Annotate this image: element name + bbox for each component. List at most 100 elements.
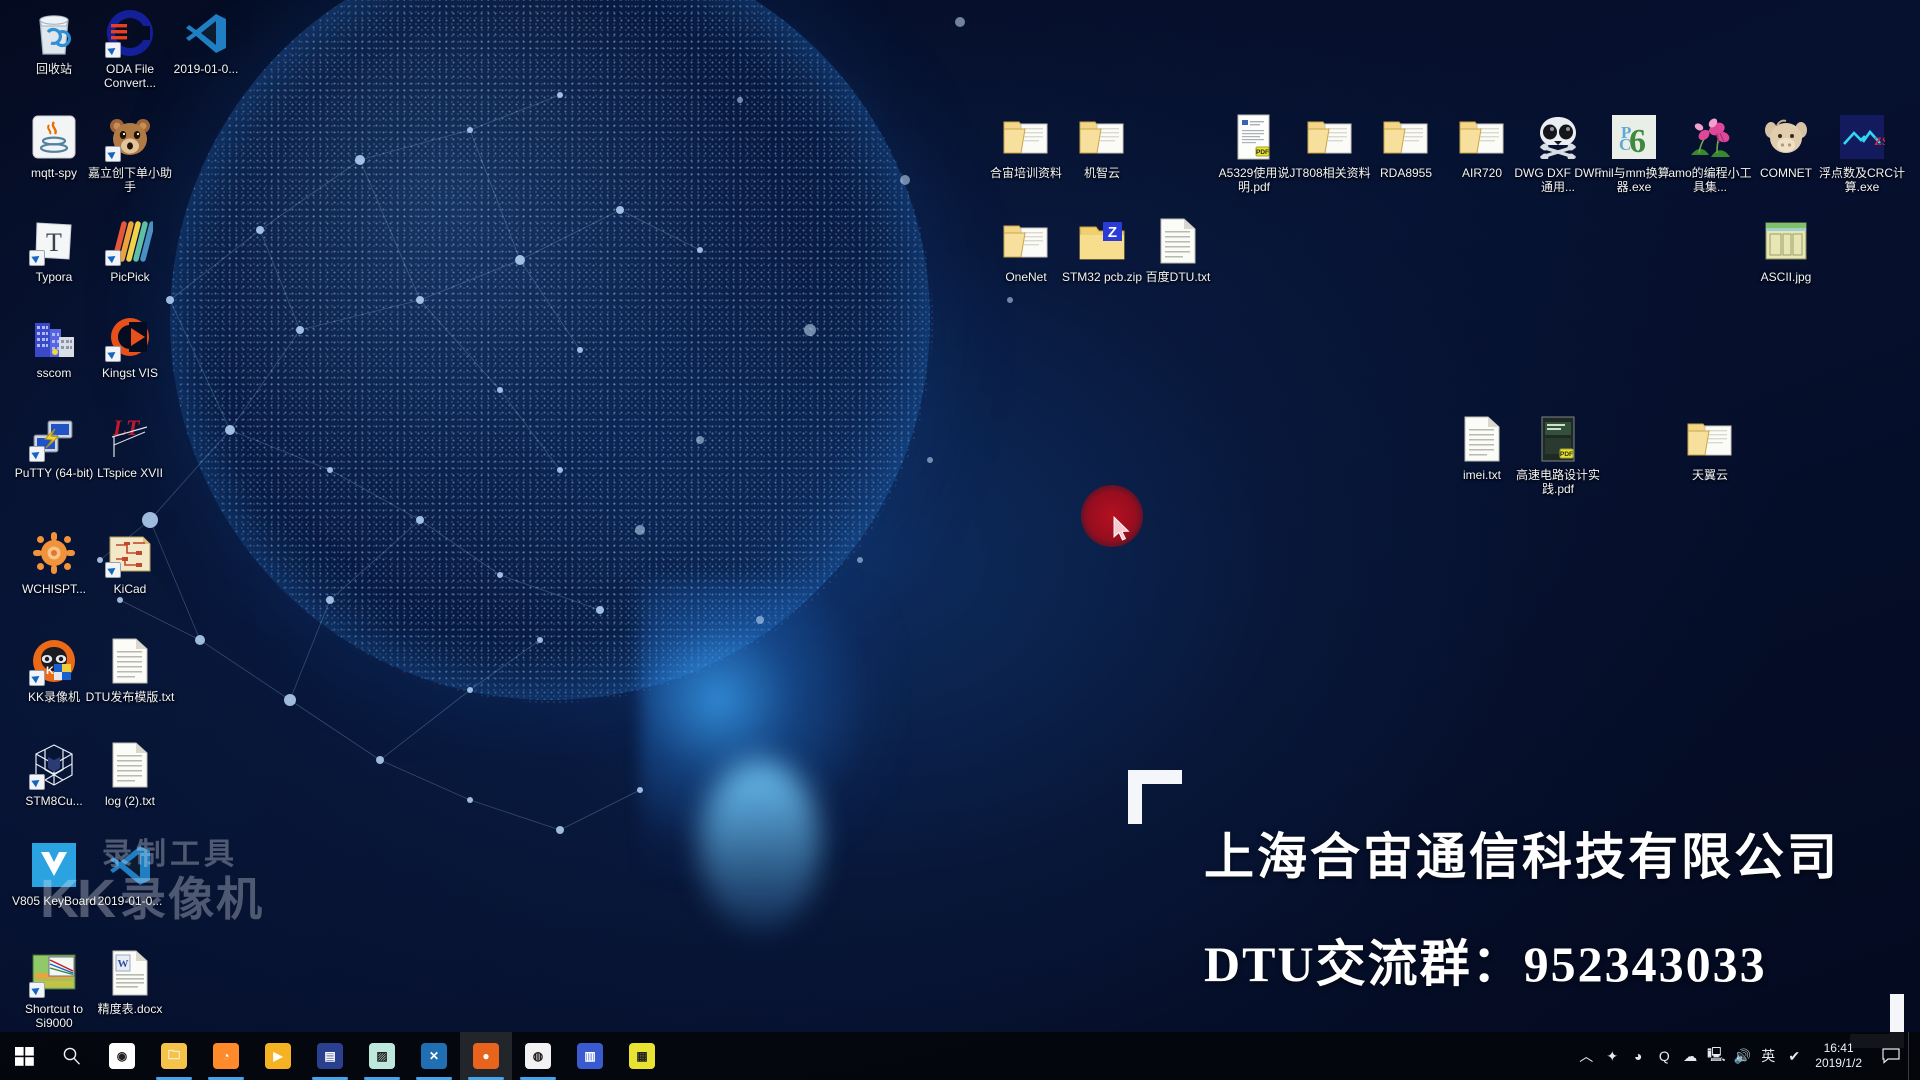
checkmark-icon[interactable]: ✔ xyxy=(1781,1032,1807,1080)
chrome-icon: ◉ xyxy=(109,1043,135,1069)
taskbar-app-sscom-two[interactable]: ▥ xyxy=(564,1032,616,1080)
desktop-icon-label: STM8Cu... xyxy=(25,794,83,808)
svg-text:ZS: ZS xyxy=(1874,134,1885,148)
desktop-icon[interactable]: 2019-01-0... xyxy=(84,840,176,908)
desktop-icon[interactable]: ZS 浮点数及CRC计算.exe xyxy=(1816,112,1908,194)
desktop-icon-label: 百度DTU.txt xyxy=(1145,270,1211,284)
desktop-icon[interactable]: Kingst VIS xyxy=(84,312,176,380)
volume-icon[interactable]: 🔊 xyxy=(1729,1032,1755,1080)
taskbar-app-browser-alt[interactable]: ◍ xyxy=(512,1032,564,1080)
taskbar-app-notes-app[interactable]: ▨ xyxy=(356,1032,408,1080)
shortcut-overlay-icon xyxy=(105,250,121,266)
taskbar-app-sscom-taskbar[interactable]: ▤ xyxy=(304,1032,356,1080)
ltspice-icon: LT xyxy=(105,412,155,462)
cow-icon xyxy=(1761,112,1811,162)
taskbar-app-kk-recorder-taskbar[interactable]: ● xyxy=(460,1032,512,1080)
desktop-icon-label: 精度表.docx xyxy=(97,1002,163,1016)
java-icon xyxy=(29,112,79,162)
desktop-icon-label: mqtt-spy xyxy=(30,166,77,180)
desktop-icon-label: sscom xyxy=(36,366,72,380)
text-document-icon xyxy=(105,636,155,686)
svg-text:K: K xyxy=(46,665,54,677)
si9000-icon xyxy=(29,948,79,998)
desktop-icon[interactable]: DTU发布模版.txt xyxy=(84,636,176,704)
sscom-two-icon: ▥ xyxy=(577,1043,603,1069)
desktop-icon-label: Kingst VIS xyxy=(101,366,159,380)
desktop-icon-label: 浮点数及CRC计算.exe xyxy=(1819,166,1905,194)
desktop-icon[interactable]: LT LTspice XVII xyxy=(84,412,176,480)
desktop-icon-label: Typora xyxy=(35,270,73,284)
desktop-icon-label: WCHISPT... xyxy=(21,582,86,596)
taskbar-app-pdf-reader[interactable]: ▦ xyxy=(616,1032,668,1080)
svg-text:6: 6 xyxy=(1629,123,1646,160)
svg-text:Z: Z xyxy=(1108,224,1117,241)
desktop-icon-label: 天翼云 xyxy=(1691,468,1728,482)
svg-text:T: T xyxy=(46,228,62,257)
desktop-icon[interactable]: 天翼云 xyxy=(1664,414,1756,482)
taskbar[interactable]: ◉ 🗀 ◔ ▶ ▤ ▨ ✕ ● ◍ ▥ ▦ ︿ ✦ ◕ Q ☁ 🖳 🔊 英 ✔ 16:41 2019/1/2 xyxy=(0,1032,1920,1080)
show-desktop-button[interactable] xyxy=(1908,1032,1918,1080)
desktop-icon-label: 机智云 xyxy=(1083,166,1120,180)
desktop-icon[interactable]: W 精度表.docx xyxy=(84,948,176,1016)
pdf-document-icon: PDF xyxy=(1229,112,1279,162)
taskbar-app-file-explorer[interactable]: 🗀 xyxy=(148,1032,200,1080)
taskbar-app-list: ◉ 🗀 ◔ ▶ ▤ ▨ ✕ ● ◍ ▥ ▦ xyxy=(96,1032,668,1080)
notes-app-icon: ▨ xyxy=(369,1043,395,1069)
taskbar-app-potplayer[interactable]: ▶ xyxy=(252,1032,304,1080)
folder-open-icon xyxy=(1001,216,1051,266)
shortcut-overlay-icon xyxy=(105,42,121,58)
desktop-icon-label: DTU发布模版.txt xyxy=(85,690,175,704)
bear-icon xyxy=(105,112,155,162)
desktop-surface[interactable]: 回收站 ODA File Convert... 2019-01-0... mqt… xyxy=(0,0,1920,1080)
show-hidden-icons[interactable]: ︿ xyxy=(1573,1032,1599,1080)
network-icon[interactable]: 🖳 xyxy=(1703,1032,1729,1080)
desktop-icon[interactable]: KiCad xyxy=(84,528,176,596)
desktop-icon[interactable]: PicPick xyxy=(84,216,176,284)
desktop-icon-label: KK录像机 xyxy=(27,690,80,704)
desktop-icon-label: imei.txt xyxy=(1462,468,1501,482)
desktop-icon-label: 2019-01-0... xyxy=(97,894,163,908)
system-tray[interactable]: ︿ ✦ ◕ Q ☁ 🖳 🔊 英 ✔ 16:41 2019/1/2 xyxy=(1573,1032,1920,1080)
desktop-icon[interactable]: log (2).txt xyxy=(84,740,176,808)
onedrive-icon[interactable]: ☁ xyxy=(1677,1032,1703,1080)
potplayer-icon: ▶ xyxy=(265,1043,291,1069)
qq-icon[interactable]: Q xyxy=(1651,1032,1677,1080)
taskbar-clock[interactable]: 16:41 2019/1/2 xyxy=(1807,1032,1874,1080)
alert-icon[interactable]: ◕ xyxy=(1625,1032,1651,1080)
snipaste-icon[interactable]: ✦ xyxy=(1599,1032,1625,1080)
company-name: 上海合宙通信科技有限公司 xyxy=(1204,828,1840,885)
taskbar-app-vscode-taskbar[interactable]: ✕ xyxy=(408,1032,460,1080)
shortcut-overlay-icon xyxy=(29,250,45,266)
desktop-icon[interactable]: 机智云 xyxy=(1056,112,1148,180)
pdf-reader-icon: ▦ xyxy=(629,1043,655,1069)
skull-icon xyxy=(1533,112,1583,162)
typora-icon: T xyxy=(29,216,79,266)
desktop-icon-label: JT808相关资料 xyxy=(1289,166,1371,180)
desktop-icon-label: OneNet xyxy=(1005,270,1047,284)
desktop-icon[interactable]: ASCII.jpg xyxy=(1740,216,1832,284)
desktop-icon[interactable]: 百度DTU.txt xyxy=(1132,216,1224,284)
kicad-icon xyxy=(105,528,155,578)
start-button[interactable] xyxy=(0,1032,48,1080)
ime-icon[interactable]: 英 xyxy=(1755,1032,1781,1080)
desktop-icon-label: 2019-01-0... xyxy=(173,62,239,76)
browser-alt-icon: ◍ xyxy=(525,1043,551,1069)
sscom-icon xyxy=(29,312,79,362)
folder-open-icon xyxy=(1457,112,1507,162)
desktop-icon-label: AIR720 xyxy=(1461,166,1503,180)
desktop-icon[interactable]: PDF 高速电路设计实践.pdf xyxy=(1512,414,1604,496)
taskbar-app-firefox[interactable]: ◔ xyxy=(200,1032,252,1080)
desktop-icon-label: ASCII.jpg xyxy=(1760,270,1812,284)
taskbar-app-chrome[interactable]: ◉ xyxy=(96,1032,148,1080)
desktop-icon[interactable]: 嘉立创下单小助手 xyxy=(84,112,176,194)
search-button[interactable] xyxy=(48,1032,96,1080)
word-document-icon: W xyxy=(105,948,155,998)
desktop-icon[interactable]: 2019-01-0... xyxy=(160,8,252,76)
v805-keyboard-icon xyxy=(29,840,79,890)
shortcut-overlay-icon xyxy=(105,146,121,162)
picpick-icon xyxy=(105,216,155,266)
sscom-taskbar-icon: ▤ xyxy=(317,1043,343,1069)
putty-icon xyxy=(29,412,79,462)
action-center-button[interactable] xyxy=(1874,1032,1908,1080)
bracket-top-left xyxy=(1128,769,1182,824)
